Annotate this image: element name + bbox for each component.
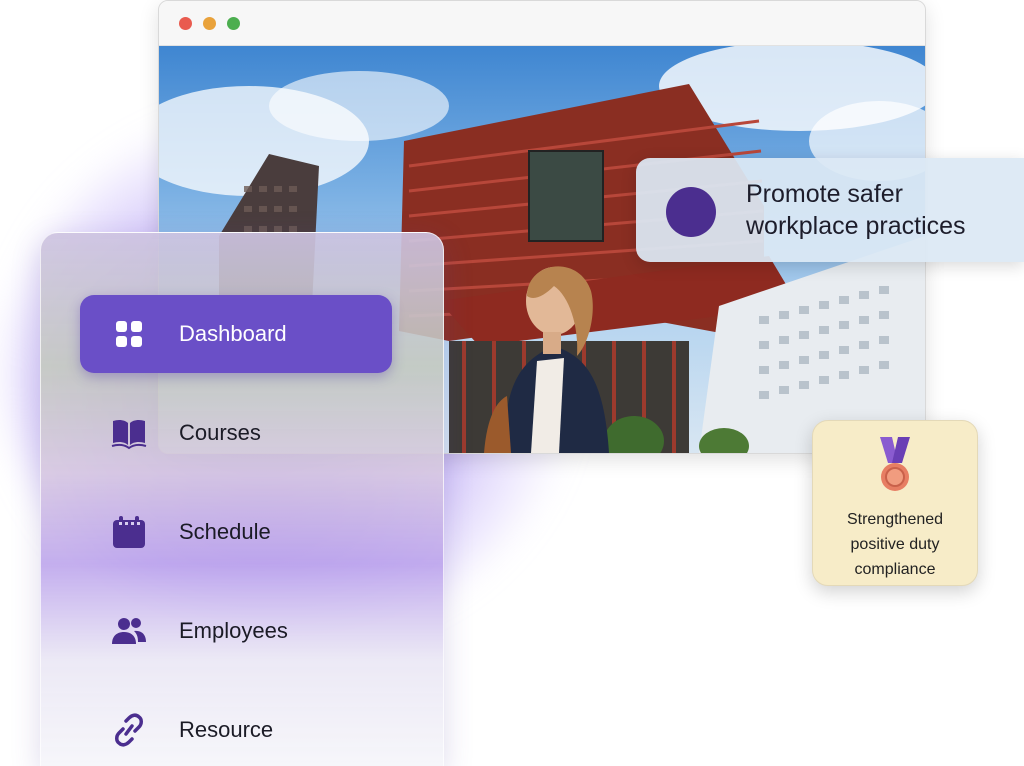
promo-line-1: Promote safer — [746, 180, 904, 208]
badge-line-1: Strengthened — [846, 511, 944, 528]
promo-dot-icon — [666, 187, 716, 237]
maximize-window-button[interactable] — [227, 17, 240, 30]
promo-text: Promote safer workplace practices — [746, 178, 1016, 242]
sidebar-item-label: Courses — [179, 420, 261, 445]
sidebar-item-employees[interactable]: Employees — [80, 592, 392, 670]
sidebar-item-label: Schedule — [179, 519, 271, 544]
compliance-badge-card: Strengthened positive duty compliance — [812, 420, 978, 586]
link-icon — [115, 713, 143, 747]
sidebar-item-schedule[interactable]: Schedule — [80, 493, 392, 571]
medal-icon — [880, 437, 910, 491]
sidebar-item-resource[interactable]: Resource — [80, 691, 392, 766]
users-icon — [112, 618, 146, 644]
promo-line-2: workplace practices — [746, 212, 966, 240]
sidebar-item-dashboard[interactable]: Dashboard — [80, 295, 392, 373]
badge-line-3: compliance — [854, 561, 936, 578]
grid-icon — [116, 321, 142, 347]
minimize-window-button[interactable] — [203, 17, 216, 30]
promo-card: Promote safer workplace practices — [636, 158, 1024, 262]
sidebar-item-label: Employees — [179, 618, 288, 643]
sidebar-item-label: Resource — [179, 717, 274, 742]
sidebar-item-courses[interactable]: Courses — [80, 394, 392, 472]
badge-line-2: positive duty — [850, 536, 940, 553]
browser-title-bar — [159, 1, 925, 46]
book-icon — [111, 419, 147, 450]
badge-text: Strengthened positive duty compliance — [813, 507, 977, 582]
sidebar-nav: Dashboard Courses Schedule Employees Res… — [40, 232, 444, 766]
marketing-hero: Promote safer workplace practices Streng… — [0, 0, 1024, 766]
calendar-icon — [113, 516, 145, 548]
close-window-button[interactable] — [179, 17, 192, 30]
sidebar-item-label: Dashboard — [179, 321, 287, 346]
